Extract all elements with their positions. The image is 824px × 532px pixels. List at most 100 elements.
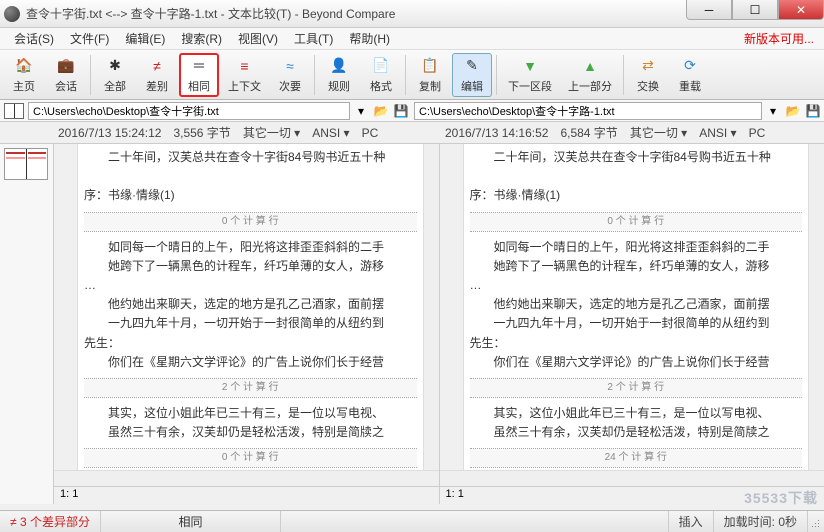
gap-marker: 0 个 计 算 行 bbox=[84, 448, 417, 468]
text-line: 先生： bbox=[84, 334, 417, 353]
reload-button[interactable]: ⟳重载 bbox=[670, 53, 710, 97]
copy-icon: 📋 bbox=[418, 56, 442, 76]
window-title: 查令十字街.txt <--> 查令十字路-1.txt - 文本比较(T) - B… bbox=[26, 5, 395, 22]
format-button[interactable]: 📄格式 bbox=[361, 53, 401, 97]
diff-button[interactable]: ≠差别 bbox=[137, 53, 177, 97]
right-path-input[interactable] bbox=[414, 102, 762, 120]
right-date: 2016/7/13 14:16:52 bbox=[445, 126, 548, 140]
format-icon: 📄 bbox=[369, 56, 393, 76]
toolbar-separator bbox=[623, 55, 624, 95]
menu-help[interactable]: 帮助(H) bbox=[341, 28, 398, 49]
text-line: 如同每一个晴日的上午，阳光将这排歪歪斜斜的二手 bbox=[470, 238, 803, 257]
copy-button[interactable]: 📋复制 bbox=[410, 53, 450, 97]
text-line: 其实，这位小姐此年已三十有三，是一位以写电视、 bbox=[84, 404, 417, 423]
right-info: 2016/7/13 14:16:52 6,584 字节 其它一切 ▾ ANSI … bbox=[437, 124, 824, 141]
right-pane: 二十年间，汉芙总共在查令十字街84号购书近五十种 序：书缘·情缘(1) 0 个 … bbox=[440, 144, 824, 504]
next-section-button[interactable]: ▼下一区段 bbox=[501, 53, 559, 97]
notequal-icon: ≠ bbox=[145, 56, 169, 76]
text-line: 序：书缘·情缘(1) bbox=[84, 186, 417, 205]
infobar: 2016/7/13 15:24:12 3,556 字节 其它一切 ▾ ANSI … bbox=[0, 122, 824, 144]
close-button[interactable]: ✕ bbox=[778, 0, 824, 20]
right-os[interactable]: PC bbox=[749, 126, 766, 140]
menu-tools[interactable]: 工具(T) bbox=[286, 28, 341, 49]
window-controls: ─ ☐ ✕ bbox=[686, 0, 824, 20]
toolbar-separator bbox=[405, 55, 406, 95]
home-button[interactable]: 🏠主页 bbox=[4, 53, 44, 97]
toolbar-separator bbox=[496, 55, 497, 95]
menu-view[interactable]: 视图(V) bbox=[230, 28, 286, 49]
gap-marker: 0 个 计 算 行 bbox=[470, 212, 803, 232]
menu-edit[interactable]: 编辑(E) bbox=[117, 28, 173, 49]
gap-marker: 24 个 计 算 行 bbox=[470, 448, 803, 468]
arrow-up-icon: ▲ bbox=[578, 56, 602, 76]
left-info: 2016/7/13 15:24:12 3,556 字节 其它一切 ▾ ANSI … bbox=[0, 124, 437, 141]
right-vscroll[interactable] bbox=[808, 144, 824, 470]
right-text[interactable]: 二十年间，汉芙总共在查令十字街84号购书近五十种 序：书缘·情缘(1) 0 个 … bbox=[464, 144, 809, 470]
prev-section-button[interactable]: ▲上一部分 bbox=[561, 53, 619, 97]
menu-session[interactable]: 会话(S) bbox=[6, 28, 62, 49]
toolbar-separator bbox=[90, 55, 91, 95]
new-version-link[interactable]: 新版本可用... bbox=[744, 30, 814, 47]
home-icon: 🏠 bbox=[12, 56, 36, 76]
text-line: 序：书缘·情缘(1) bbox=[470, 186, 803, 205]
text-line: … bbox=[84, 276, 417, 295]
compare-area: 二十年间，汉芙总共在查令十字街84号购书近五十种 序：书缘·情缘(1) 0 个 … bbox=[0, 144, 824, 504]
text-line: 他约她出来聊天，选定的地方是孔乙己酒家，面前摆 bbox=[470, 295, 803, 314]
left-os[interactable]: PC bbox=[362, 126, 379, 140]
maximize-button[interactable]: ☐ bbox=[732, 0, 778, 20]
status-insert: 插入 bbox=[669, 511, 714, 532]
text-line: 如同每一个晴日的上午，阳光将这排歪歪斜斜的二手 bbox=[84, 238, 417, 257]
left-vscroll[interactable] bbox=[423, 144, 439, 470]
edit-button[interactable]: ✎编辑 bbox=[452, 53, 492, 97]
dropdown-icon[interactable]: ▾ bbox=[352, 102, 370, 120]
approx-icon: ≈ bbox=[278, 56, 302, 76]
same-button[interactable]: ＝相同 bbox=[179, 53, 219, 97]
left-hscroll[interactable] bbox=[54, 470, 439, 486]
left-text[interactable]: 二十年间，汉芙总共在查令十字街84号购书近五十种 序：书缘·情缘(1) 0 个 … bbox=[78, 144, 423, 470]
gap-marker: 2 个 计 算 行 bbox=[84, 378, 417, 398]
overview-thumb[interactable] bbox=[4, 148, 48, 180]
text-line: 虽然三十有余，汉芙却仍是轻松活泼，特别是简牍之 bbox=[84, 423, 417, 442]
left-other[interactable]: 其它一切 ▾ bbox=[243, 124, 300, 141]
right-hscroll[interactable] bbox=[440, 470, 824, 486]
right-gutter bbox=[440, 144, 464, 470]
equal-icon: ＝ bbox=[187, 56, 211, 76]
text-line: … bbox=[470, 276, 803, 295]
resize-grip[interactable] bbox=[808, 514, 824, 530]
left-cursor: 1: 1 bbox=[54, 486, 439, 504]
left-path-input[interactable] bbox=[28, 102, 350, 120]
toolbar-separator bbox=[314, 55, 315, 95]
text-line: 其实，这位小姐此年已三十有三，是一位以写电视、 bbox=[470, 404, 803, 423]
text-line: 他约她出来聊天，选定的地方是孔乙己酒家，面前摆 bbox=[84, 295, 417, 314]
menu-search[interactable]: 搜索(R) bbox=[173, 28, 230, 49]
status-spacer bbox=[281, 511, 669, 532]
text-line: 二十年间，汉芙总共在查令十字街84号购书近五十种 bbox=[470, 148, 803, 167]
open-folder-icon[interactable]: 📂 bbox=[784, 102, 802, 120]
left-gutter bbox=[54, 144, 78, 470]
thumbnail-icon[interactable] bbox=[4, 103, 24, 119]
swap-icon: ⇄ bbox=[636, 56, 660, 76]
arrow-down-icon: ▼ bbox=[518, 56, 542, 76]
open-folder-icon[interactable]: 📂 bbox=[372, 102, 390, 120]
minor-button[interactable]: ≈次要 bbox=[270, 53, 310, 97]
swap-button[interactable]: ⇄交换 bbox=[628, 53, 668, 97]
save-icon[interactable]: 💾 bbox=[392, 102, 410, 120]
text-line: 先生： bbox=[470, 334, 803, 353]
save-icon[interactable]: 💾 bbox=[804, 102, 822, 120]
dropdown-icon[interactable]: ▾ bbox=[764, 102, 782, 120]
text-line: 你们在《星期六文学评论》的广告上说你们长于经营 bbox=[470, 353, 803, 372]
text-line: 她跨下了一辆黑色的计程车，纤巧单薄的女人，游移 bbox=[470, 257, 803, 276]
rules-button[interactable]: 👤规则 bbox=[319, 53, 359, 97]
right-enc[interactable]: ANSI ▾ bbox=[699, 126, 736, 140]
menu-file[interactable]: 文件(F) bbox=[62, 28, 117, 49]
left-enc[interactable]: ANSI ▾ bbox=[312, 126, 349, 140]
minimize-button[interactable]: ─ bbox=[686, 0, 732, 20]
thumbnail-column bbox=[0, 144, 54, 504]
left-size: 3,556 字节 bbox=[173, 124, 230, 141]
context-icon: ≡ bbox=[233, 56, 257, 76]
right-other[interactable]: 其它一切 ▾ bbox=[630, 124, 687, 141]
context-button[interactable]: ≡上下文 bbox=[221, 53, 268, 97]
all-button[interactable]: ✱全部 bbox=[95, 53, 135, 97]
session-button[interactable]: 💼会话 bbox=[46, 53, 86, 97]
right-path-side: ▾ 📂 💾 bbox=[412, 102, 824, 120]
